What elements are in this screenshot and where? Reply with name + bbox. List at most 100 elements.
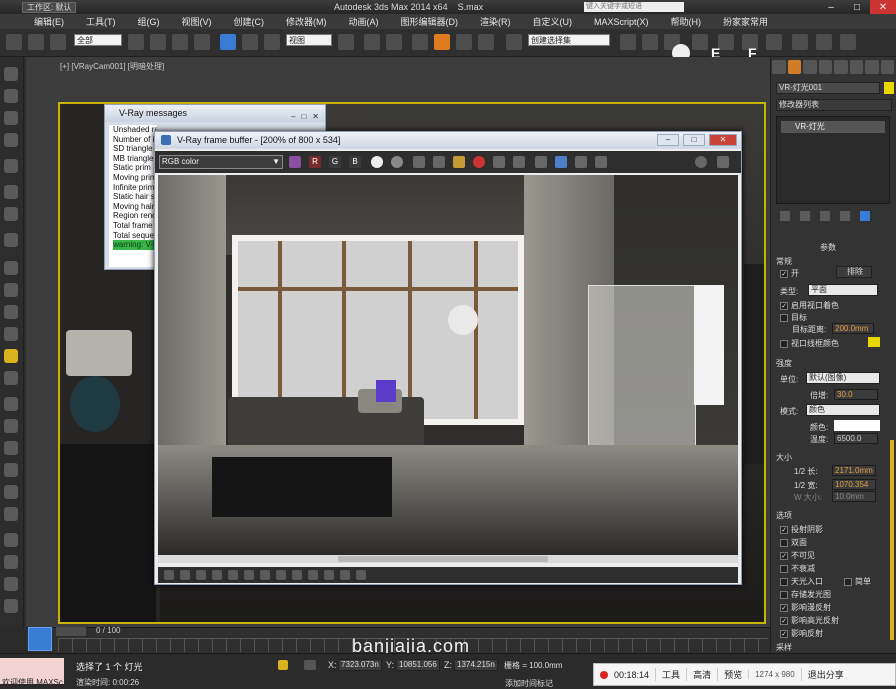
render-production-icon[interactable] [840,34,856,50]
pin-stack-icon[interactable] [780,211,790,221]
menu-modifiers[interactable]: 修改器(M) [286,15,327,28]
object-color-swatch[interactable] [884,82,894,94]
multiplier-field[interactable]: 30.0 [834,389,878,400]
menu-tools[interactable]: 工具(T) [86,15,116,28]
add-time-tag[interactable]: 添加时间标记 [505,678,553,689]
left-tool-icon[interactable] [4,577,18,591]
left-tool-icon[interactable] [4,555,18,569]
option-affect-diffuse[interactable]: ✓ 影响漫反射 [780,602,831,613]
ref-coord-dropdown[interactable]: 视图 [286,34,332,46]
left-tool-icon[interactable] [4,233,18,247]
time-slider-frame-button[interactable] [28,627,52,651]
workspace-dropdown[interactable]: 工作区: 默认 [22,1,77,13]
viewport-wire-color-checkbox[interactable]: 视口线框颜色 [780,338,839,349]
link-icon[interactable] [6,34,22,50]
green-channel-button[interactable]: G [329,156,341,168]
y-coord-field[interactable]: 10851.056 [396,659,440,671]
blue-channel-button[interactable]: B [349,156,361,168]
menu-customize[interactable]: 自定义(U) [533,15,573,28]
exclude-button[interactable]: 排除 [836,266,872,278]
alpha-channel-icon[interactable] [371,156,383,168]
channel-dropdown[interactable]: RGB color ▼ [159,155,283,169]
temperature-field[interactable]: 6500.0 [834,433,878,444]
vray-messages-log[interactable]: Unshaded rays: 0 Number of inte SD trian… [109,125,157,267]
vfb-bottom-icon[interactable] [164,570,174,580]
menu-edit[interactable]: 编辑(E) [34,15,64,28]
vfb-bottom-icon[interactable] [180,570,190,580]
modifier-stack[interactable]: VR-灯光 [776,116,890,204]
save-image-icon[interactable] [413,156,425,168]
rect-selection-icon[interactable] [172,34,188,50]
color-swatch[interactable] [834,420,880,431]
bind-spacewarp-icon[interactable] [50,34,66,50]
z-coord-field[interactable]: 1374.215n [454,659,498,671]
sun-icon[interactable] [4,349,18,363]
track-mouse-icon[interactable] [513,156,525,168]
units-dropdown[interactable]: 默认(图像) [806,372,880,384]
clear-image-icon[interactable] [473,156,485,168]
show-end-result-icon[interactable] [800,211,810,221]
edit-named-sets-icon[interactable] [506,34,522,50]
object-name-field[interactable]: VR-灯光001 [776,82,880,94]
link-to-vfb-icon[interactable] [575,156,587,168]
viewport-label[interactable]: [+] [VRayCam001] [明暗处理] [60,61,164,72]
target-checkbox[interactable]: 目标 [780,312,807,323]
select-rotate-icon[interactable] [242,34,258,50]
vray-messages-titlebar[interactable]: V-Ray messages – □ ✕ [105,105,325,122]
extra-tab-icon[interactable] [865,60,879,74]
extra-tab-icon[interactable] [880,60,894,74]
left-tool-icon[interactable] [4,441,18,455]
recorder-preview-button[interactable]: 预览 [717,668,748,681]
configure-sets-icon[interactable] [860,211,870,221]
half-width-field[interactable]: 1070.354 [832,479,876,490]
option-simple[interactable]: 简单 [844,576,871,587]
recorder-quality-button[interactable]: 高清 [686,668,717,681]
menu-animation[interactable]: 动画(A) [349,15,379,28]
red-channel-button[interactable]: R [309,156,321,168]
vfb-bottom-icon[interactable] [244,570,254,580]
utilities-tab-icon[interactable] [849,60,863,74]
left-tool-icon[interactable] [4,261,18,275]
maximize-button[interactable]: □ [683,134,705,146]
percent-snap-icon[interactable] [456,34,472,50]
menu-banjiajia[interactable]: 扮家家常用 [723,15,768,28]
option-skylight-portal[interactable]: 天光入口 [780,576,823,587]
close-button[interactable]: ✕ [312,108,319,125]
left-tool-icon[interactable] [4,67,18,81]
option-affect-specular[interactable]: ✓ 影响高光反射 [780,615,839,626]
minimize-button[interactable]: – [291,108,295,125]
named-selection-dropdown[interactable]: 创建选择集 [528,34,610,46]
make-unique-icon[interactable] [820,211,830,221]
target-distance-field[interactable]: 200.0mm [832,323,874,334]
region-render-icon[interactable] [535,156,547,168]
spinner-snap-icon[interactable] [478,34,494,50]
left-tool-icon[interactable] [4,507,18,521]
vfb-bottom-icon[interactable] [228,570,238,580]
lens-effects-icon[interactable] [595,156,607,168]
option-cast-shadows[interactable]: ✓ 投射阴影 [780,524,823,535]
wire-color-swatch[interactable] [868,337,880,347]
option-double-sided[interactable]: 双面 [780,537,807,548]
minimize-button[interactable]: – [657,134,679,146]
copy-to-max-fb-icon[interactable] [493,156,505,168]
graphite-toggle-icon[interactable] [692,34,708,50]
left-tool-icon[interactable] [4,419,18,433]
params-rollout-header[interactable]: 参数 [820,242,836,253]
display-tab-icon[interactable] [834,60,848,74]
x-coord-field[interactable]: 7323.073n [338,659,382,671]
create-tab-icon[interactable] [772,60,786,74]
window-crossing-icon[interactable] [194,34,210,50]
scrollbar-thumb[interactable] [338,556,548,562]
mirror-icon[interactable] [620,34,636,50]
on-check[interactable]: ✓ [780,269,788,278]
close-button[interactable]: ✕ [709,134,737,146]
option-affect-reflections[interactable]: ✓ 影响反射 [780,628,823,639]
menu-graph-editors[interactable]: 图形编辑器(D) [401,15,459,28]
vfb-bottom-icon[interactable] [212,570,222,580]
vray-frame-buffer-window[interactable]: V-Ray frame buffer - [200% of 800 x 534]… [154,131,742,585]
color-corrections-icon[interactable] [289,156,301,168]
motion-tab-icon[interactable] [818,60,832,74]
load-image-icon[interactable] [433,156,445,168]
vfb-bottom-icon[interactable] [276,570,286,580]
select-by-name-icon[interactable] [150,34,166,50]
